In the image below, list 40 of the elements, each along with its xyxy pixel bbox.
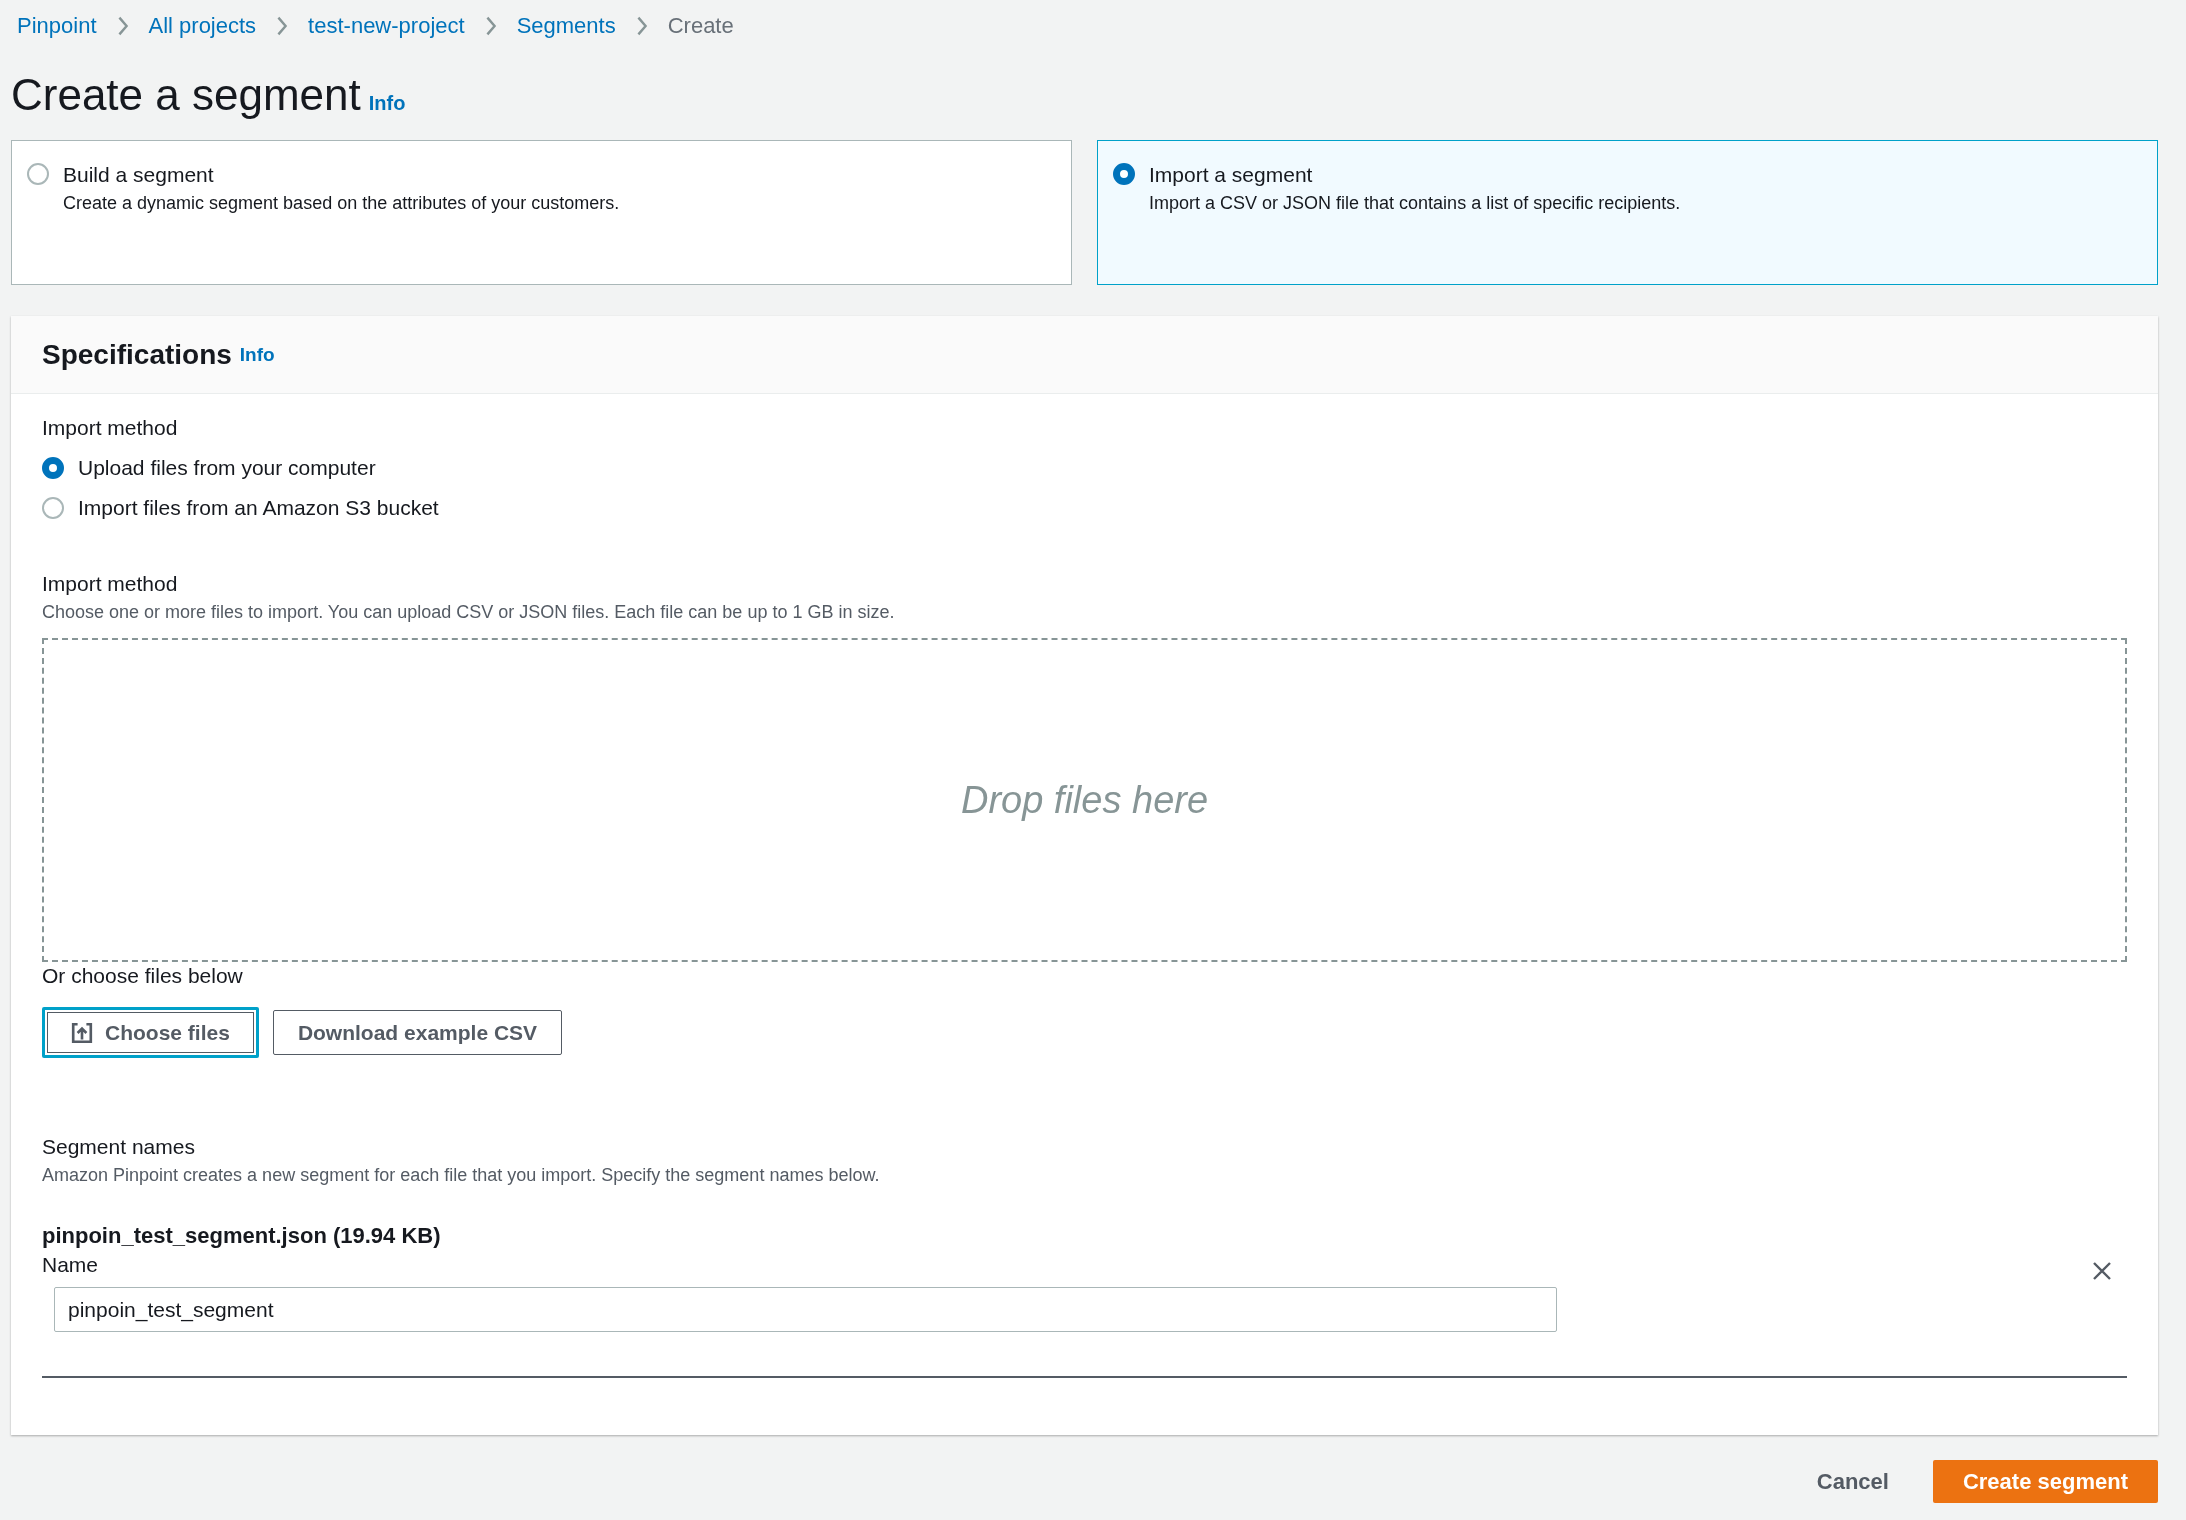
field-label: Segment names	[42, 1134, 195, 1160]
upload-icon	[71, 1021, 93, 1044]
radio-label[interactable]: Import files from an Amazon S3 bucket	[78, 496, 439, 520]
panel-title: Specifications	[42, 338, 232, 371]
field-label: Import method	[42, 571, 178, 597]
info-link[interactable]: Info	[239, 343, 275, 366]
radio-label[interactable]: Upload files from your computer	[78, 456, 376, 480]
name-input[interactable]: pinpoin_test_segment	[54, 1287, 1557, 1332]
cancel-button[interactable]: Cancel	[1810, 1467, 1895, 1496]
radio-button[interactable]	[42, 497, 64, 519]
card-description: Create a dynamic segment based on the attributes of your customers.	[63, 193, 620, 214]
field-label: Or choose files below	[42, 963, 243, 989]
chevron-right-icon	[635, 16, 648, 36]
breadcrumb-link[interactable]: All projects	[148, 13, 257, 39]
file-button[interactable]: Choose files	[42, 1007, 259, 1058]
chevron-right-icon	[484, 16, 497, 36]
field-label: Import method	[42, 415, 178, 441]
chevron-right-icon	[276, 16, 289, 36]
radio-button[interactable]	[1113, 163, 1135, 185]
segment-type-card[interactable]: Build a segment Create a dynamic segment based on the attributes of your customers.	[11, 140, 1072, 285]
field-label: Name	[42, 1252, 100, 1278]
radio-button[interactable]	[42, 457, 64, 479]
breadcrumb-link[interactable]: Segments	[516, 13, 616, 39]
segment-type-card[interactable]: Import a segment Import a CSV or JSON file that contains a list of specific recipients.	[1097, 140, 2158, 285]
card-title: Build a segment	[63, 163, 215, 187]
breadcrumb-link[interactable]: Pinpoint	[17, 13, 97, 39]
drop-zone[interactable]: Drop files here	[42, 638, 2127, 962]
info-link[interactable]: Info	[368, 92, 406, 115]
field-description: Amazon Pinpoint creates a new segment for each file that you import. Specify the segment names below.	[42, 1164, 880, 1187]
card-title: Import a segment	[1149, 163, 1314, 187]
breadcrumb-link[interactable]: test-new-project	[308, 13, 465, 39]
card-description: Import a CSV or JSON file that contains a list of specific recipients.	[1149, 193, 1681, 214]
breadcrumb-current: Create	[667, 13, 734, 39]
radio-button[interactable]	[27, 163, 49, 185]
file-button[interactable]: Download example CSV	[272, 1010, 563, 1055]
field-description: Choose one or more files to import. You can upload CSV or JSON files. Each file can be up to 1 GB in size.	[42, 601, 895, 624]
page-title: Create a segment	[11, 70, 361, 120]
file-name: pinpoin_test_segment.json (19.94 KB)	[42, 1222, 442, 1250]
close-icon[interactable]	[2092, 1261, 2112, 1281]
chevron-right-icon	[116, 16, 129, 36]
